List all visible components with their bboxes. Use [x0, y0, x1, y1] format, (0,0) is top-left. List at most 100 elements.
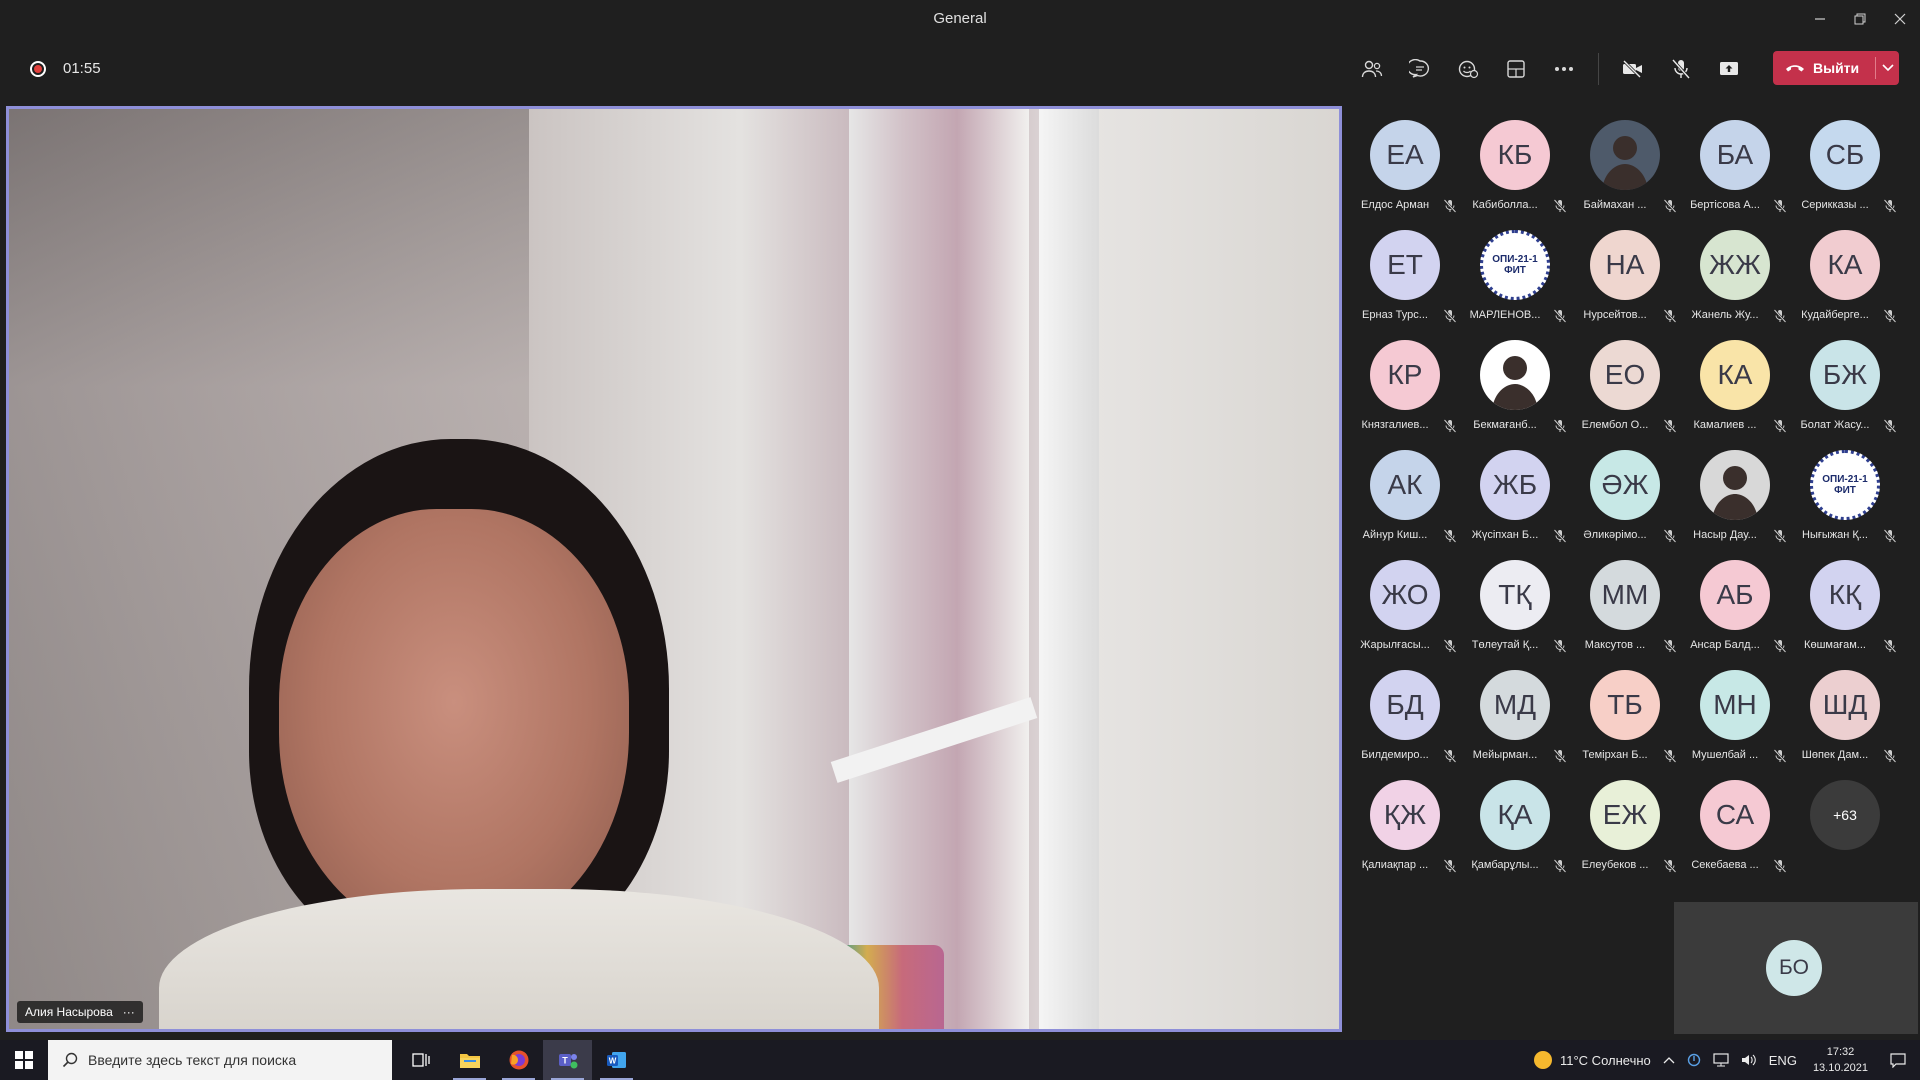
participant-tile[interactable]: ММ Максутов ... — [1570, 552, 1680, 662]
participant-tile[interactable]: НА Нурсейтов... — [1570, 222, 1680, 332]
participant-avatar: МД — [1480, 670, 1550, 740]
participant-avatar: НА — [1590, 230, 1660, 300]
language-indicator[interactable]: ENG — [1769, 1053, 1797, 1068]
muted-mic-icon — [1443, 749, 1457, 763]
participant-avatar: СА — [1700, 780, 1770, 850]
network-icon[interactable] — [1713, 1053, 1729, 1067]
participant-tile[interactable]: ОПИ-21-1 ФИТ МАРЛЕНОВ... — [1460, 222, 1570, 332]
taskbar-search[interactable]: Введите здесь текст для поиска — [48, 1040, 392, 1080]
participant-tile[interactable]: Баймахан ... — [1570, 112, 1680, 222]
participant-tile[interactable]: ҚЖ Қалиақпар ... — [1350, 772, 1460, 882]
participant-tile[interactable]: ЕТ Ерназ Турс... — [1350, 222, 1460, 332]
participant-tile[interactable]: КР Князгалиев... — [1350, 332, 1460, 442]
participant-tile[interactable]: ОПИ-21-1 ФИТ Нығыжан Қ... — [1790, 442, 1900, 552]
participant-photo-avatar — [1700, 450, 1770, 520]
participant-tile[interactable]: ЕЖ Елеубеков ... — [1570, 772, 1680, 882]
participant-name: Максутов ... — [1584, 639, 1646, 651]
weather-widget[interactable]: 11°C Солнечно — [1533, 1051, 1651, 1069]
participant-tile[interactable]: ЕО Елембол О... — [1570, 332, 1680, 442]
participant-avatar: ЖО — [1370, 560, 1440, 630]
teams-icon[interactable]: T — [543, 1040, 592, 1080]
participant-tile[interactable]: БД Билдемиро... — [1350, 662, 1460, 772]
system-tray: 11°C Солнечно ENG 17:32 13.10.2021 — [1528, 1040, 1920, 1080]
sun-icon — [1533, 1051, 1552, 1069]
participant-name: Кабиболла... — [1472, 199, 1538, 211]
clock[interactable]: 17:32 13.10.2021 — [1813, 1044, 1868, 1076]
close-icon[interactable] — [1880, 0, 1920, 38]
participants-icon[interactable] — [1348, 51, 1396, 87]
participant-tile[interactable]: ТБ Темірхан Б... — [1570, 662, 1680, 772]
leave-main[interactable]: Выйти — [1773, 60, 1875, 76]
taskbar-apps: T W — [396, 1040, 641, 1080]
participant-tile[interactable]: КА Камалиев ... — [1680, 332, 1790, 442]
weather-text: 11°C Солнечно — [1559, 1052, 1651, 1068]
more-participants-tile[interactable]: +63 — [1790, 772, 1900, 882]
leave-button[interactable]: Выйти — [1773, 51, 1899, 85]
participant-name: Секебаева ... — [1691, 859, 1759, 871]
participant-tile[interactable]: Бекмағанб... — [1460, 332, 1570, 442]
file-explorer-icon[interactable] — [445, 1040, 494, 1080]
participant-tile[interactable]: СА Секебаева ... — [1680, 772, 1790, 882]
participant-tile[interactable]: СБ Серикказы ... — [1790, 112, 1900, 222]
participant-tile[interactable]: ЖО Жарылғасы... — [1350, 552, 1460, 662]
participant-tile[interactable]: АБ Ансар Балд... — [1680, 552, 1790, 662]
participant-avatar: БЖ — [1810, 340, 1880, 410]
participant-tile[interactable]: МД Мейырман... — [1460, 662, 1570, 772]
participant-avatar: БД — [1370, 670, 1440, 740]
muted-mic-icon — [1773, 749, 1787, 763]
rooms-icon[interactable] — [1492, 51, 1540, 87]
participant-tile[interactable]: АК Айнур Киш... — [1350, 442, 1460, 552]
meeting-toolbar: 01:55 Выйти — [0, 38, 1920, 100]
muted-mic-icon — [1773, 639, 1787, 653]
minimize-icon[interactable] — [1800, 0, 1840, 38]
participant-name: Елдос Арман — [1360, 199, 1430, 211]
mic-off-icon[interactable] — [1657, 51, 1705, 87]
leave-dropdown[interactable] — [1876, 64, 1899, 72]
participant-tile[interactable]: Насыр Дау... — [1680, 442, 1790, 552]
self-preview[interactable]: БО — [1674, 902, 1918, 1034]
speaker-face — [279, 509, 629, 939]
participant-tile[interactable]: КҚ Көшмағам... — [1790, 552, 1900, 662]
participant-avatar: КҚ — [1810, 560, 1880, 630]
onedrive-icon[interactable] — [1687, 1053, 1701, 1067]
volume-icon[interactable] — [1741, 1053, 1757, 1067]
participant-tile[interactable]: ШД Шөпек Дам... — [1790, 662, 1900, 772]
notifications-icon[interactable] — [1890, 1052, 1906, 1068]
participant-tile[interactable]: ЖЖ Жанель Жу... — [1680, 222, 1790, 332]
main-video-feed[interactable]: Алия Насырова ··· — [6, 106, 1342, 1032]
participant-tile[interactable]: КБ Кабиболла... — [1460, 112, 1570, 222]
participant-name: Ансар Балд... — [1690, 639, 1760, 651]
firefox-icon[interactable] — [494, 1040, 543, 1080]
more-options-icon[interactable] — [1540, 51, 1588, 87]
participant-tile[interactable]: ҚА Қамбарұлы... — [1460, 772, 1570, 882]
window-controls — [1800, 0, 1920, 38]
recording-icon — [30, 61, 46, 77]
share-screen-icon[interactable] — [1705, 51, 1753, 87]
speaker-name: Алия Насырова — [25, 1005, 113, 1019]
reactions-icon[interactable] — [1444, 51, 1492, 87]
chat-icon[interactable] — [1396, 51, 1444, 87]
participant-avatar: ТБ — [1590, 670, 1660, 740]
participant-tile[interactable]: БЖ Болат Жасу... — [1790, 332, 1900, 442]
windows-start-icon[interactable] — [0, 1040, 48, 1080]
participant-tile[interactable]: МН Мушелбай ... — [1680, 662, 1790, 772]
svg-text:W: W — [608, 1057, 616, 1066]
participant-tile[interactable]: ЖБ Жүсіпхан Б... — [1460, 442, 1570, 552]
restore-icon[interactable] — [1840, 0, 1880, 38]
word-icon[interactable]: W — [592, 1040, 641, 1080]
participant-name: Мейырман... — [1472, 749, 1538, 761]
participant-tile[interactable]: КА Кудайберге... — [1790, 222, 1900, 332]
task-view-icon[interactable] — [396, 1040, 445, 1080]
muted-mic-icon — [1443, 529, 1457, 543]
participant-tile[interactable]: ТҚ Төлеутай Қ... — [1460, 552, 1570, 662]
participant-name: Камалиев ... — [1693, 419, 1757, 431]
participant-tile[interactable]: ӘЖ Әликәрімо... — [1570, 442, 1680, 552]
camera-off-icon[interactable] — [1609, 51, 1657, 87]
speaker-more-icon[interactable]: ··· — [123, 1005, 135, 1019]
chevron-up-icon[interactable] — [1663, 1056, 1675, 1064]
participant-avatar: ЕЖ — [1590, 780, 1660, 850]
participant-tile[interactable]: БА Бертісова А... — [1680, 112, 1790, 222]
participant-tile[interactable]: ЕА Елдос Арман — [1350, 112, 1460, 222]
video-wall-post — [1039, 109, 1099, 1029]
participant-name: Айнур Киш... — [1362, 529, 1428, 541]
